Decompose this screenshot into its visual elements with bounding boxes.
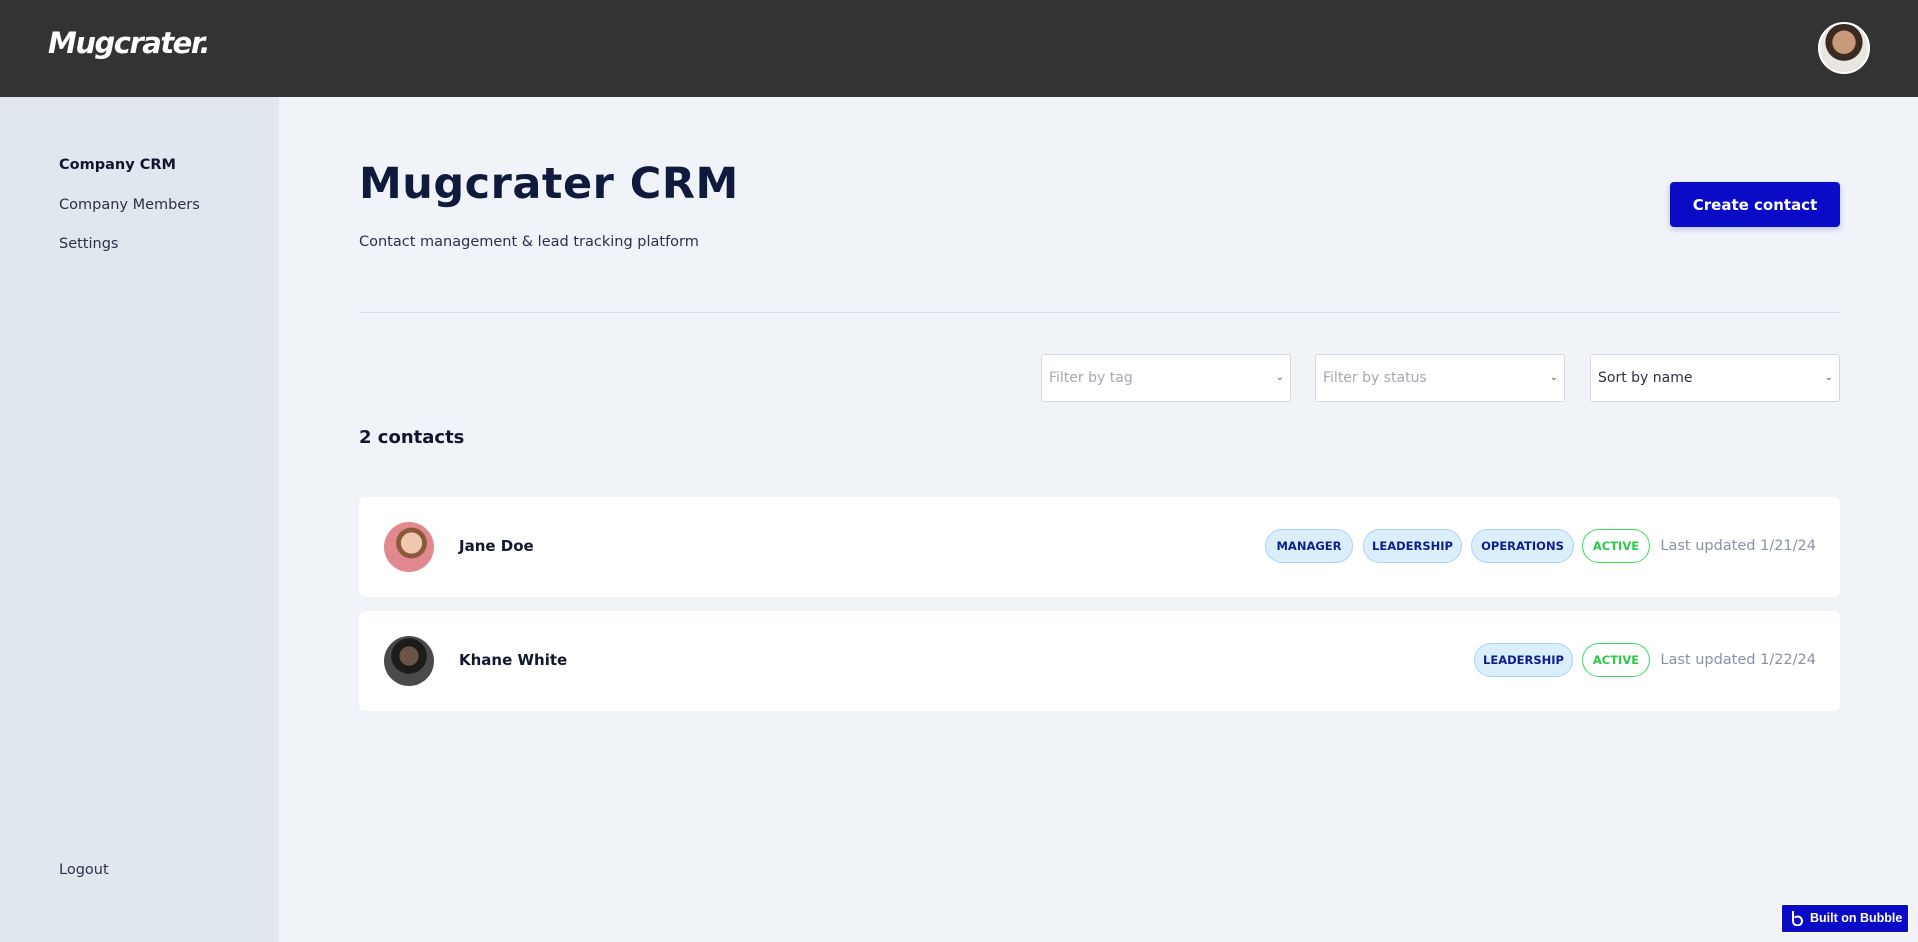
contact-name: Jane Doe [459,537,534,555]
app-logo[interactable]: Mugcrater. [48,26,211,60]
sidebar-item-company-crm[interactable]: Company CRM [59,157,176,173]
chevron-down-icon: ⌄ [1549,372,1558,383]
sidebar: Company CRM Company Members Settings Log… [0,97,279,942]
tag-badge: LEADERSHIP [1474,643,1573,677]
sort-select[interactable]: Sort by name ⌄ [1590,354,1840,402]
filter-by-status-placeholder: Filter by status [1323,370,1427,386]
bubble-logo-icon [1792,911,1803,926]
sidebar-item-company-members[interactable]: Company Members [59,197,200,213]
contact-avatar [384,522,434,572]
status-badge: ACTIVE [1582,643,1650,677]
filter-by-status-select[interactable]: Filter by status ⌄ [1315,354,1565,402]
filter-by-tag-select[interactable]: Filter by tag ⌄ [1041,354,1291,402]
built-on-bubble-badge[interactable]: Built on Bubble [1781,904,1909,933]
built-on-bubble-label: Built on Bubble [1810,911,1903,925]
chevron-down-icon: ⌄ [1275,372,1284,383]
tag-badge: LEADERSHIP [1363,529,1462,563]
contact-card[interactable]: Jane Doe MANAGER LEADERSHIP OPERATIONS A… [359,497,1840,597]
contact-card[interactable]: Khane White LEADERSHIP ACTIVE Last updat… [359,611,1840,711]
page-subtitle: Contact management & lead tracking platf… [359,234,699,250]
last-updated: Last updated 1/22/24 [1660,652,1816,668]
contact-avatar [384,636,434,686]
logout-link[interactable]: Logout [59,862,109,878]
page-title: Mugcrater CRM [359,159,739,209]
sort-select-value: Sort by name [1598,370,1693,386]
main-content: Mugcrater CRM Contact management & lead … [279,97,1918,942]
sidebar-item-settings[interactable]: Settings [59,236,118,252]
tag-badge: OPERATIONS [1471,529,1574,563]
chevron-down-icon: ⌄ [1824,372,1833,383]
top-bar: Mugcrater. [0,0,1918,97]
last-updated: Last updated 1/21/24 [1660,538,1816,554]
filter-by-tag-placeholder: Filter by tag [1049,370,1133,386]
status-badge: ACTIVE [1582,529,1650,563]
tag-badge: MANAGER [1265,529,1353,563]
contact-name: Khane White [459,651,568,669]
user-avatar[interactable] [1818,22,1870,74]
create-contact-button[interactable]: Create contact [1670,182,1840,227]
contact-count: 2 contacts [359,427,465,448]
divider [359,312,1840,313]
